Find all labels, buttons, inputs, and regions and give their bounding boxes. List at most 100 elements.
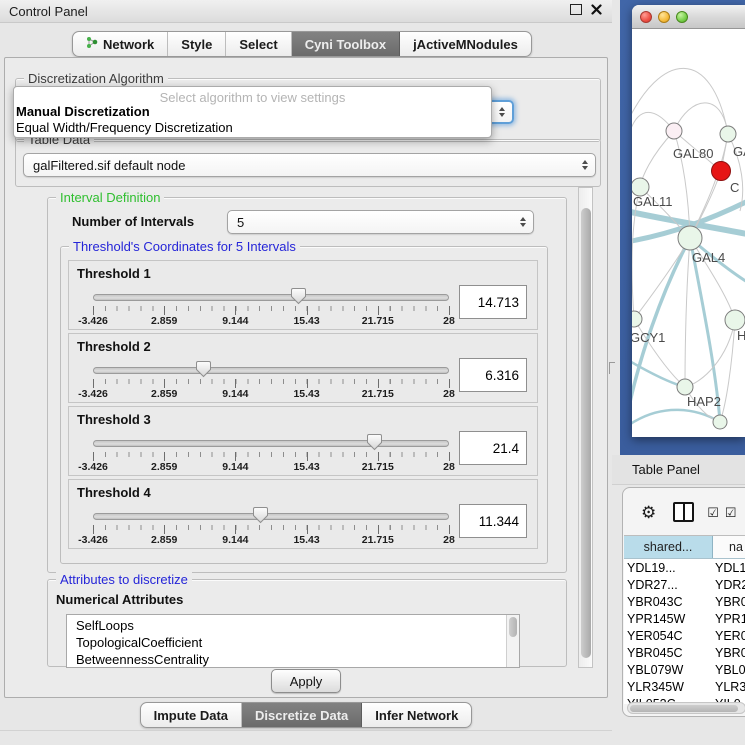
- slider-thumb[interactable]: [195, 360, 212, 378]
- scrollbar-thumb[interactable]: [581, 208, 591, 658]
- slider-track[interactable]: [93, 294, 449, 301]
- slider-major-tick: [307, 525, 308, 534]
- attribute-list-item[interactable]: TopologicalCoefficient: [67, 634, 519, 651]
- table-horizontal-scrollbar[interactable]: [627, 702, 745, 714]
- cell-shared-name[interactable]: YDL19...: [624, 561, 713, 575]
- columns-icon[interactable]: [673, 502, 694, 522]
- threshold-slider[interactable]: -3.4262.8599.14415.4321.71528: [93, 289, 449, 329]
- minimize-traffic-light-icon[interactable]: [658, 11, 670, 23]
- attribute-list-item[interactable]: BetweennessCentrality: [67, 651, 519, 668]
- node-table[interactable]: shared... na YDL19...YDL1YDR27...YDR2YBR…: [624, 535, 745, 704]
- network-node-ga[interactable]: [720, 126, 736, 142]
- attributes-scrollbar[interactable]: [506, 615, 519, 667]
- slider-thumb[interactable]: [366, 433, 383, 451]
- network-node-gcy1[interactable]: [632, 311, 642, 327]
- network-node-gal4[interactable]: [678, 226, 702, 250]
- svg-text:H: H: [737, 328, 745, 343]
- number-of-intervals-combobox[interactable]: 5: [227, 210, 534, 234]
- slider-major-tick: [93, 525, 94, 534]
- dropdown-item-manual-discretization[interactable]: Manual Discretization: [16, 104, 150, 119]
- cell-name[interactable]: YBR0: [713, 595, 745, 609]
- slider-tick-label: 15.43: [293, 388, 319, 400]
- network-node-gal80[interactable]: [666, 123, 682, 139]
- threshold-value-field[interactable]: 14.713: [459, 285, 527, 319]
- network-view-canvas[interactable]: GAL80 GA C GAL11 GAL4 GCY1 H HAP2: [632, 29, 745, 437]
- interval-definition-title: Interval Definition: [56, 190, 164, 205]
- numerical-attributes-list[interactable]: SelfLoopsTopologicalCoefficientBetweenne…: [66, 614, 520, 668]
- slider-major-tick: [164, 452, 165, 461]
- cell-shared-name[interactable]: YDR27...: [624, 578, 713, 592]
- tab-cyni-toolbox[interactable]: Cyni Toolbox: [292, 32, 400, 56]
- tab-infer-network[interactable]: Infer Network: [362, 703, 471, 727]
- attribute-list-item[interactable]: SelfLoops: [67, 617, 519, 634]
- table-row[interactable]: YBR043CYBR0: [624, 593, 745, 610]
- float-window-icon[interactable]: [570, 4, 582, 15]
- threshold-panel: Threshold 3 -3.4262.8599.14415.4321.7152…: [68, 406, 538, 476]
- table-data-combobox[interactable]: galFiltered.sif default node: [23, 153, 596, 177]
- tab-network[interactable]: Network: [73, 32, 168, 56]
- network-window[interactable]: GAL80 GA C GAL11 GAL4 GCY1 H HAP2: [632, 5, 745, 437]
- table-row[interactable]: YDR27...YDR2: [624, 576, 745, 593]
- threshold-panel: Threshold 4 -3.4262.8599.14415.4321.7152…: [68, 479, 538, 549]
- network-window-titlebar[interactable]: [632, 5, 745, 29]
- scrollbar-thumb[interactable]: [630, 705, 738, 712]
- cell-shared-name[interactable]: YBR043C: [624, 595, 713, 609]
- column-header-name[interactable]: na: [713, 536, 745, 558]
- slider-track[interactable]: [93, 513, 449, 520]
- slider-track[interactable]: [93, 367, 449, 374]
- threshold-value-field[interactable]: 11.344: [459, 504, 527, 538]
- tab-style[interactable]: Style: [168, 32, 226, 56]
- tab-jactivemnodules[interactable]: jActiveMNodules: [400, 32, 531, 56]
- cell-name[interactable]: YDL1: [713, 561, 745, 575]
- threshold-slider[interactable]: -3.4262.8599.14415.4321.71528: [93, 508, 449, 548]
- column-header-shared-name[interactable]: shared...: [624, 536, 713, 558]
- slider-major-tick: [164, 306, 165, 315]
- cell-name[interactable]: YDR2: [713, 578, 745, 592]
- network-node-red-selected[interactable]: [712, 162, 731, 181]
- cell-name[interactable]: YBL0: [713, 663, 745, 677]
- table-row[interactable]: YER054CYER0: [624, 627, 745, 644]
- table-row[interactable]: YBR045CYBR0: [624, 644, 745, 661]
- cell-name[interactable]: YBR0: [713, 646, 745, 660]
- cell-shared-name[interactable]: YER054C: [624, 629, 713, 643]
- tab-select[interactable]: Select: [226, 32, 291, 56]
- network-node-bottom[interactable]: [713, 415, 727, 429]
- table-row[interactable]: YPR145WYPR1: [624, 610, 745, 627]
- cell-shared-name[interactable]: YBR045C: [624, 646, 713, 660]
- network-node-hap2[interactable]: [677, 379, 693, 395]
- apply-button[interactable]: Apply: [271, 669, 341, 693]
- threshold-slider[interactable]: -3.4262.8599.14415.4321.71528: [93, 362, 449, 402]
- slider-tick-label: 9.144: [222, 388, 248, 400]
- cell-shared-name[interactable]: YLR345W: [624, 680, 713, 694]
- cell-shared-name[interactable]: YBL079W: [624, 663, 713, 677]
- table-row[interactable]: YBL079WYBL0: [624, 661, 745, 678]
- tab-select-label: Select: [239, 37, 277, 52]
- threshold-slider[interactable]: -3.4262.8599.14415.4321.71528: [93, 435, 449, 475]
- cell-name[interactable]: YER0: [713, 629, 745, 643]
- cell-shared-name[interactable]: YPR145W: [624, 612, 713, 626]
- cell-name[interactable]: YLR3: [713, 680, 745, 694]
- network-node-h[interactable]: [725, 310, 745, 330]
- combo-arrows-icon: [520, 217, 526, 227]
- slider-major-tick: [93, 306, 94, 315]
- checkbox-icon[interactable]: ☑: [725, 506, 737, 519]
- cell-name[interactable]: YPR1: [713, 612, 745, 626]
- close-traffic-light-icon[interactable]: [640, 11, 652, 23]
- slider-thumb[interactable]: [252, 506, 269, 524]
- tab-impute-data[interactable]: Impute Data: [141, 703, 242, 727]
- table-row[interactable]: YLR345WYLR3: [624, 678, 745, 695]
- slider-track[interactable]: [93, 440, 449, 447]
- tab-discretize-data[interactable]: Discretize Data: [242, 703, 362, 727]
- close-icon[interactable]: [591, 4, 602, 15]
- panel-vertical-scrollbar[interactable]: [578, 187, 593, 668]
- panel-resize-grip[interactable]: [609, 362, 615, 374]
- gear-icon[interactable]: ⚙: [641, 504, 656, 521]
- zoom-traffic-light-icon[interactable]: [676, 11, 688, 23]
- threshold-value-field[interactable]: 21.4: [459, 431, 527, 465]
- dropdown-item-equal-width-frequency[interactable]: Equal Width/Frequency Discretization: [16, 120, 233, 135]
- checkbox-icon[interactable]: ☑: [707, 506, 719, 519]
- slider-thumb[interactable]: [290, 287, 307, 305]
- threshold-value-field[interactable]: 6.316: [459, 358, 527, 392]
- table-row[interactable]: YDL19...YDL1: [624, 559, 745, 576]
- slider-tick-label: 28: [443, 534, 455, 546]
